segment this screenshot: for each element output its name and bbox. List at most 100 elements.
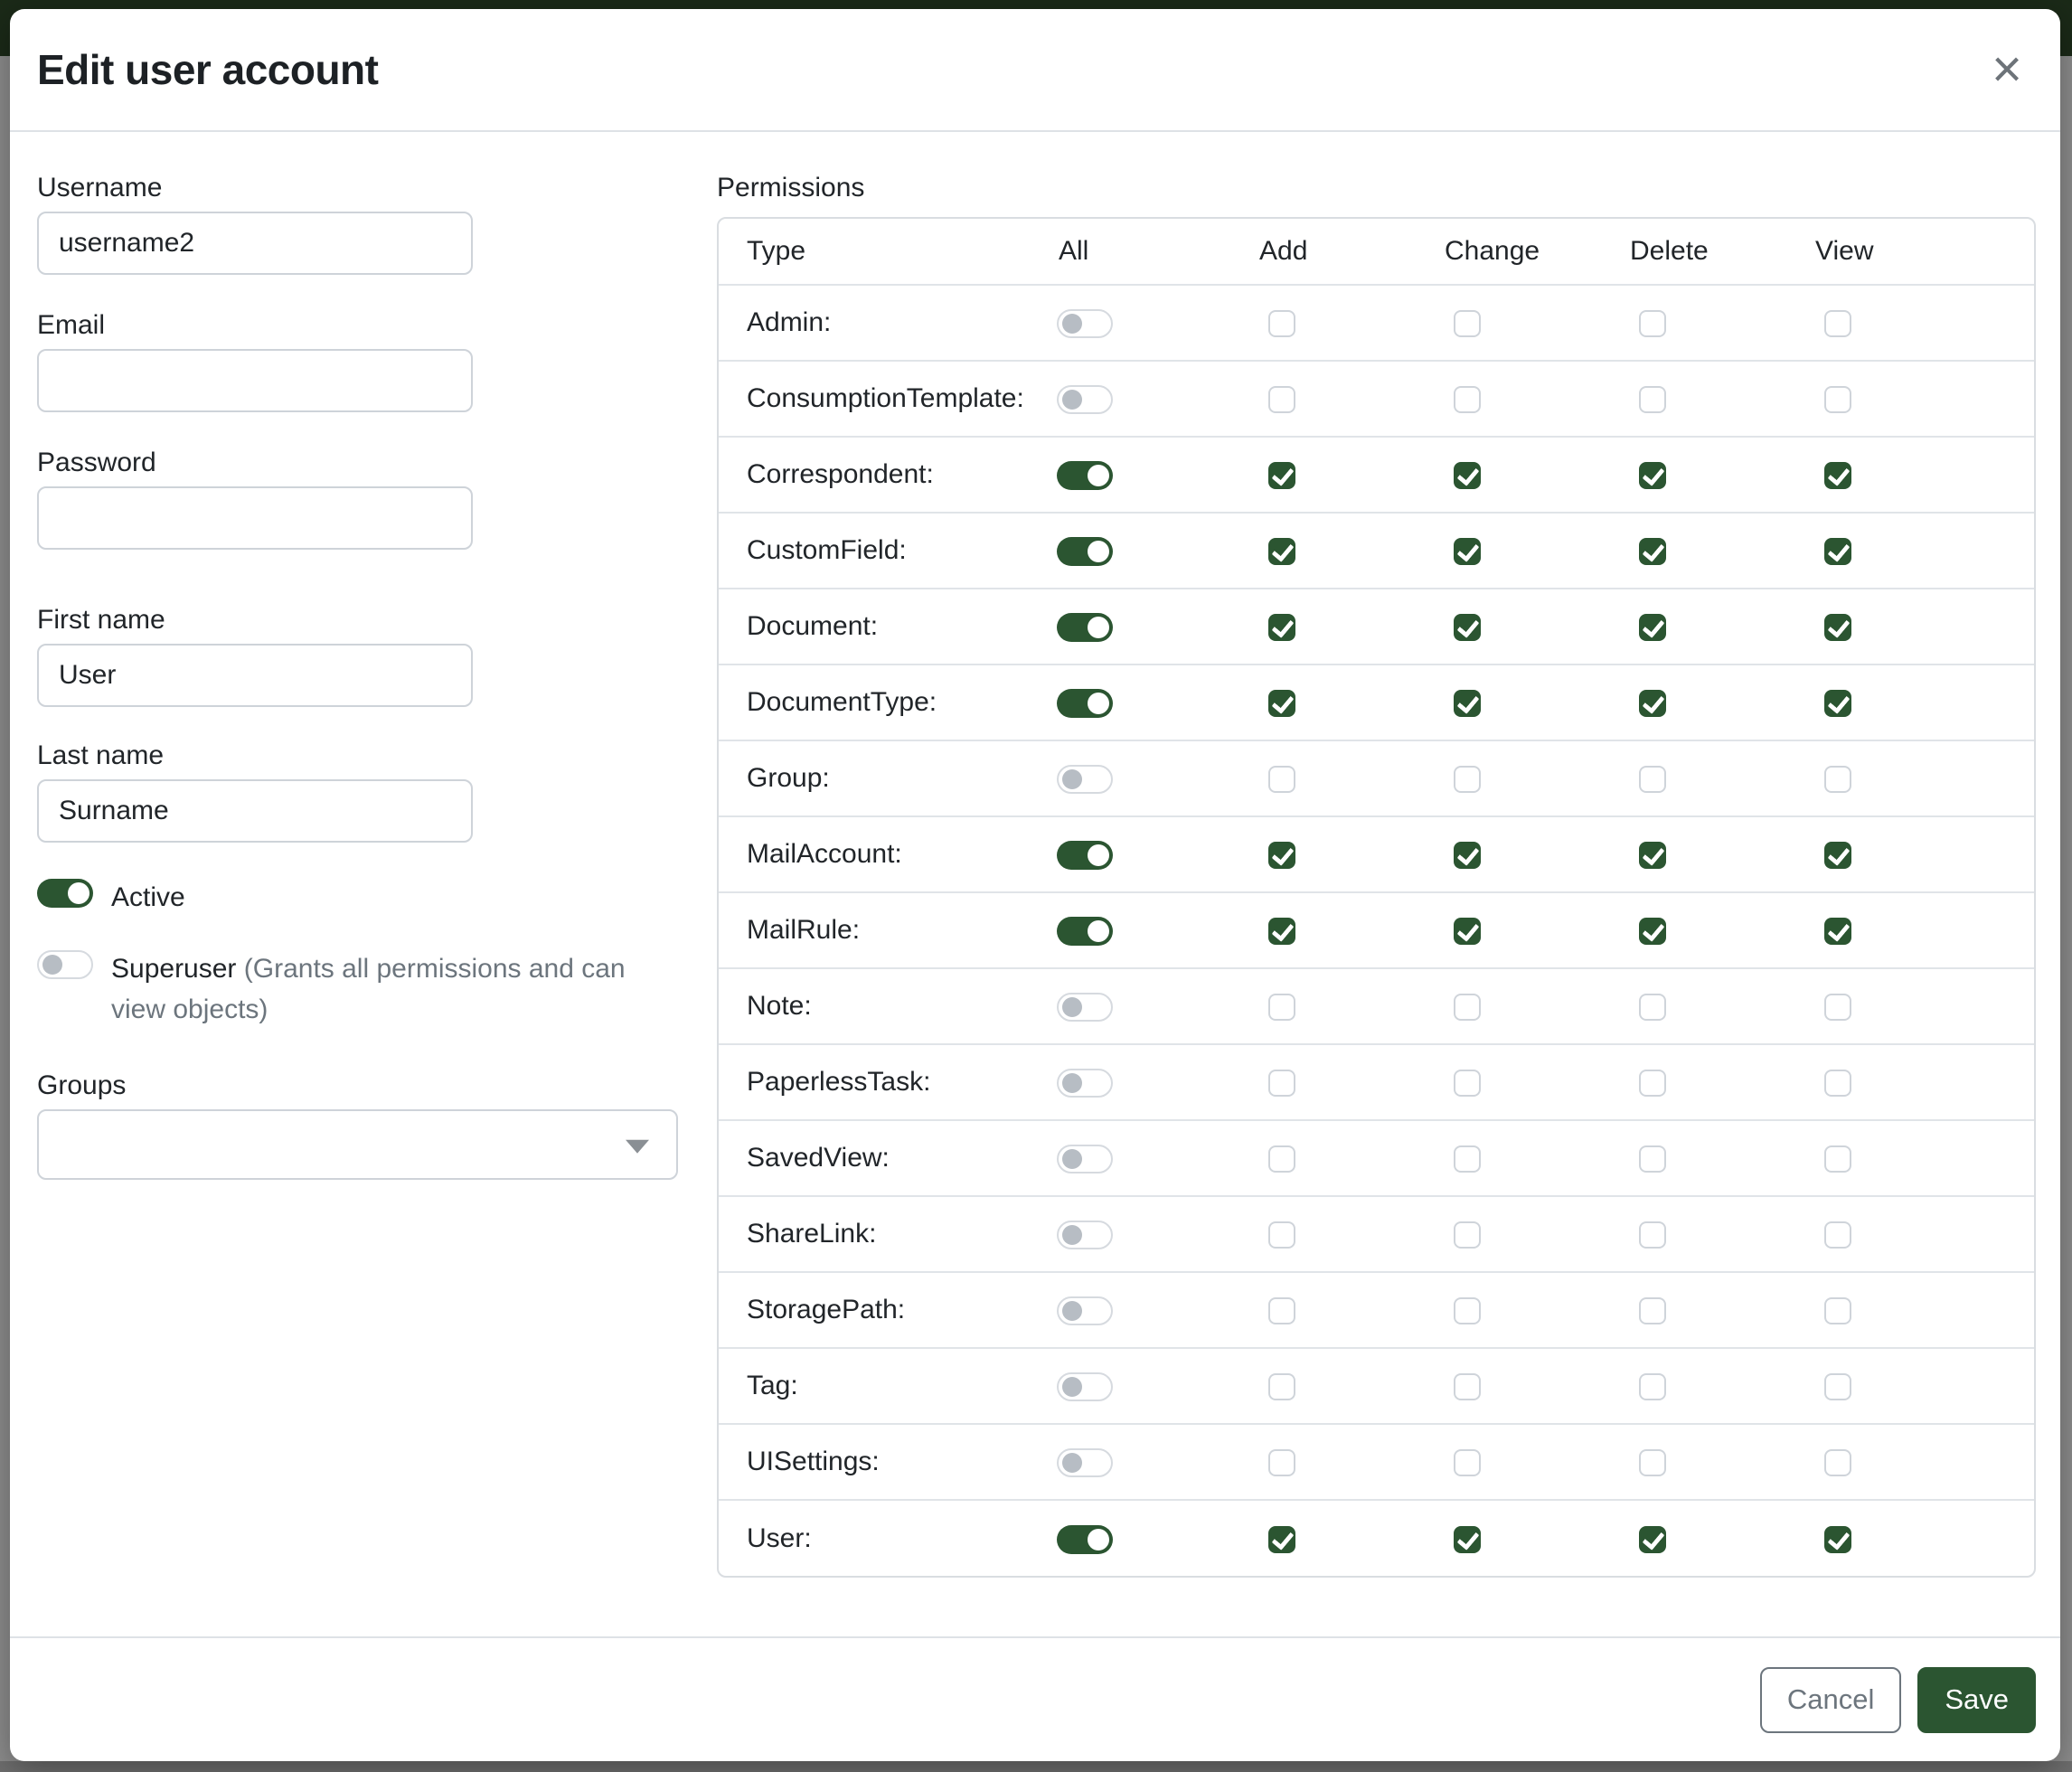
user-change-checkbox[interactable]	[1454, 1526, 1481, 1553]
document-change-checkbox[interactable]	[1454, 614, 1481, 641]
storagepath-change-checkbox[interactable]	[1454, 1297, 1481, 1324]
customfield-view-checkbox[interactable]	[1824, 538, 1851, 565]
storagepath-all-toggle[interactable]	[1057, 1296, 1113, 1325]
mailrule-view-checkbox[interactable]	[1824, 918, 1851, 945]
tag-view-checkbox[interactable]	[1824, 1373, 1851, 1400]
customfield-change-checkbox[interactable]	[1454, 538, 1481, 565]
admin-all-toggle[interactable]	[1057, 309, 1113, 338]
mailaccount-change-checkbox[interactable]	[1454, 842, 1481, 869]
group-add-checkbox[interactable]	[1268, 766, 1295, 793]
mailaccount-delete-checkbox[interactable]	[1639, 842, 1666, 869]
savedview-all-toggle[interactable]	[1057, 1145, 1113, 1173]
consumptiontemplate-delete-checkbox[interactable]	[1639, 386, 1666, 413]
correspondent-all-toggle[interactable]	[1057, 461, 1113, 490]
mailaccount-all-toggle[interactable]	[1057, 841, 1113, 870]
note-view-checkbox[interactable]	[1824, 994, 1851, 1021]
admin-delete-checkbox[interactable]	[1639, 310, 1666, 337]
correspondent-change-checkbox[interactable]	[1454, 462, 1481, 489]
first-name-input[interactable]	[37, 644, 473, 707]
storagepath-view-checkbox[interactable]	[1824, 1297, 1851, 1324]
documenttype-change-checkbox[interactable]	[1454, 690, 1481, 717]
mailrule-delete-checkbox[interactable]	[1639, 918, 1666, 945]
admin-change-checkbox[interactable]	[1454, 310, 1481, 337]
uisettings-all-toggle[interactable]	[1057, 1448, 1113, 1477]
document-view-checkbox[interactable]	[1824, 614, 1851, 641]
cancel-button[interactable]: Cancel	[1760, 1667, 1902, 1733]
note-add-checkbox[interactable]	[1268, 994, 1295, 1021]
document-delete-checkbox[interactable]	[1639, 614, 1666, 641]
note-delete-checkbox[interactable]	[1639, 994, 1666, 1021]
sharelink-view-checkbox[interactable]	[1824, 1221, 1851, 1249]
group-change-checkbox[interactable]	[1454, 766, 1481, 793]
document-add-checkbox[interactable]	[1268, 614, 1295, 641]
close-button[interactable]: ×	[1984, 43, 2030, 96]
correspondent-delete-checkbox[interactable]	[1639, 462, 1666, 489]
mailaccount-add-checkbox[interactable]	[1268, 842, 1295, 869]
documenttype-view-checkbox[interactable]	[1824, 690, 1851, 717]
group-delete-checkbox[interactable]	[1639, 766, 1666, 793]
admin-add-checkbox[interactable]	[1268, 310, 1295, 337]
note-all-toggle[interactable]	[1057, 993, 1113, 1022]
consumptiontemplate-add-checkbox[interactable]	[1268, 386, 1295, 413]
uisettings-delete-checkbox[interactable]	[1639, 1449, 1666, 1476]
user-add-checkbox[interactable]	[1268, 1526, 1295, 1553]
chevron-down-icon	[626, 1140, 649, 1154]
active-toggle[interactable]	[37, 879, 93, 908]
correspondent-view-checkbox[interactable]	[1824, 462, 1851, 489]
consumptiontemplate-all-toggle[interactable]	[1057, 385, 1113, 414]
username-input[interactable]	[37, 212, 473, 275]
savedview-add-checkbox[interactable]	[1268, 1145, 1295, 1173]
tag-change-checkbox[interactable]	[1454, 1373, 1481, 1400]
group-view-checkbox[interactable]	[1824, 766, 1851, 793]
groups-select[interactable]	[37, 1109, 678, 1180]
uisettings-change-checkbox[interactable]	[1454, 1449, 1481, 1476]
uisettings-add-checkbox[interactable]	[1268, 1449, 1295, 1476]
consumptiontemplate-change-checkbox[interactable]	[1454, 386, 1481, 413]
paperlesstask-change-checkbox[interactable]	[1454, 1070, 1481, 1097]
uisettings-view-checkbox[interactable]	[1824, 1449, 1851, 1476]
group-all-toggle[interactable]	[1057, 765, 1113, 794]
customfield-add-checkbox[interactable]	[1268, 538, 1295, 565]
documenttype-all-toggle[interactable]	[1057, 689, 1113, 718]
sharelink-change-checkbox[interactable]	[1454, 1221, 1481, 1249]
first-name-field-group: First name	[37, 604, 717, 707]
user-view-checkbox[interactable]	[1824, 1526, 1851, 1553]
documenttype-add-checkbox[interactable]	[1268, 690, 1295, 717]
note-change-checkbox[interactable]	[1454, 994, 1481, 1021]
save-button[interactable]: Save	[1917, 1667, 2036, 1733]
user-all-toggle[interactable]	[1057, 1525, 1113, 1554]
savedview-change-checkbox[interactable]	[1454, 1145, 1481, 1173]
storagepath-add-checkbox[interactable]	[1268, 1297, 1295, 1324]
tag-all-toggle[interactable]	[1057, 1372, 1113, 1401]
paperlesstask-view-checkbox[interactable]	[1824, 1070, 1851, 1097]
mailaccount-view-checkbox[interactable]	[1824, 842, 1851, 869]
mailrule-change-checkbox[interactable]	[1454, 918, 1481, 945]
password-field-group: Password	[37, 447, 717, 550]
paperlesstask-add-checkbox[interactable]	[1268, 1070, 1295, 1097]
paperlesstask-delete-checkbox[interactable]	[1639, 1070, 1666, 1097]
user-delete-checkbox[interactable]	[1639, 1526, 1666, 1553]
mailrule-add-checkbox[interactable]	[1268, 918, 1295, 945]
document-all-toggle[interactable]	[1057, 613, 1113, 642]
column-header-type: Type	[719, 219, 1044, 285]
password-input[interactable]	[37, 486, 473, 550]
tag-add-checkbox[interactable]	[1268, 1373, 1295, 1400]
superuser-toggle[interactable]	[37, 950, 93, 979]
mailrule-all-toggle[interactable]	[1057, 917, 1113, 946]
last-name-input[interactable]	[37, 779, 473, 843]
consumptiontemplate-view-checkbox[interactable]	[1824, 386, 1851, 413]
customfield-all-toggle[interactable]	[1057, 537, 1113, 566]
customfield-delete-checkbox[interactable]	[1639, 538, 1666, 565]
sharelink-delete-checkbox[interactable]	[1639, 1221, 1666, 1249]
email-input[interactable]	[37, 349, 473, 412]
sharelink-add-checkbox[interactable]	[1268, 1221, 1295, 1249]
storagepath-delete-checkbox[interactable]	[1639, 1297, 1666, 1324]
savedview-view-checkbox[interactable]	[1824, 1145, 1851, 1173]
admin-view-checkbox[interactable]	[1824, 310, 1851, 337]
documenttype-delete-checkbox[interactable]	[1639, 690, 1666, 717]
sharelink-all-toggle[interactable]	[1057, 1221, 1113, 1249]
correspondent-add-checkbox[interactable]	[1268, 462, 1295, 489]
tag-delete-checkbox[interactable]	[1639, 1373, 1666, 1400]
savedview-delete-checkbox[interactable]	[1639, 1145, 1666, 1173]
paperlesstask-all-toggle[interactable]	[1057, 1069, 1113, 1098]
